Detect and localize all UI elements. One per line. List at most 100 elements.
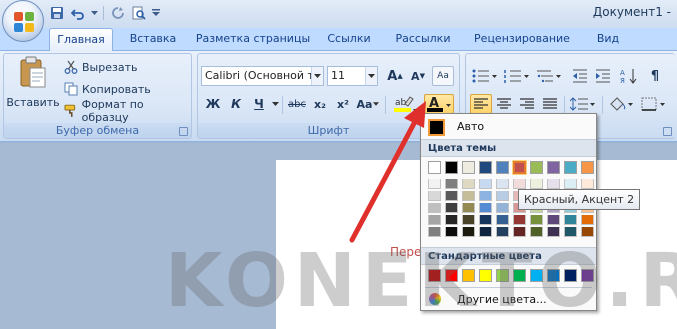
font-color-button[interactable]: A <box>424 94 454 114</box>
theme-shade-swatch[interactable] <box>462 215 475 225</box>
cut-button[interactable]: Вырезать <box>64 58 137 76</box>
theme-shade-swatch[interactable] <box>428 227 441 237</box>
theme-shade-swatch[interactable] <box>581 227 594 237</box>
grow-font-button[interactable]: A ▲ <box>384 66 406 86</box>
theme-shade-swatch[interactable] <box>581 179 594 189</box>
theme-shade-swatch[interactable] <box>496 203 509 213</box>
theme-shade-swatch[interactable] <box>445 179 458 189</box>
theme-color-swatch[interactable] <box>462 161 475 174</box>
tab-review[interactable]: Рецензирование <box>467 28 577 50</box>
theme-shade-swatch[interactable] <box>581 215 594 225</box>
auto-color-item[interactable]: Авто <box>423 116 594 138</box>
align-left-button[interactable] <box>470 94 492 114</box>
theme-shade-swatch[interactable] <box>445 215 458 225</box>
theme-shade-swatch[interactable] <box>428 191 441 201</box>
copy-button[interactable]: Копировать <box>64 80 151 98</box>
theme-color-swatch[interactable] <box>496 161 509 174</box>
format-painter-button[interactable]: Формат по образцу <box>64 98 191 124</box>
theme-color-swatch[interactable] <box>479 161 492 174</box>
clipboard-dialog-launcher[interactable] <box>179 127 188 136</box>
borders-button[interactable] <box>639 94 669 114</box>
undo-dropdown-icon[interactable] <box>90 4 98 22</box>
theme-shade-swatch[interactable] <box>496 227 509 237</box>
theme-color-swatch[interactable] <box>428 161 441 174</box>
shading-button[interactable] <box>606 94 636 114</box>
qat-customize-icon[interactable] <box>151 4 161 22</box>
tab-page-layout[interactable]: Разметка страницы <box>193 28 313 50</box>
change-case-button[interactable]: Aa <box>355 94 381 114</box>
theme-shade-swatch[interactable] <box>428 179 441 189</box>
theme-color-swatch[interactable] <box>445 161 458 174</box>
theme-shade-swatch[interactable] <box>496 215 509 225</box>
theme-shade-swatch[interactable] <box>462 179 475 189</box>
theme-shade-swatch[interactable] <box>530 179 543 189</box>
theme-shade-swatch[interactable] <box>479 179 492 189</box>
underline-dropdown-icon[interactable] <box>271 100 279 108</box>
theme-shade-swatch[interactable] <box>445 203 458 213</box>
tab-references[interactable]: Ссылки <box>321 28 377 50</box>
theme-shade-swatch[interactable] <box>513 179 526 189</box>
theme-shade-swatch[interactable] <box>479 227 492 237</box>
underline-button[interactable]: Ч <box>248 94 270 114</box>
theme-shade-swatch[interactable] <box>428 203 441 213</box>
theme-color-swatch[interactable] <box>512 160 527 175</box>
undo-icon[interactable] <box>69 4 87 22</box>
font-size-combo[interactable]: 11 <box>327 66 378 86</box>
align-center-button[interactable] <box>493 94 515 114</box>
theme-shade-swatch[interactable] <box>564 215 577 225</box>
theme-shade-swatch[interactable] <box>428 215 441 225</box>
paragraph-dialog-launcher[interactable] <box>663 127 672 136</box>
line-spacing-button[interactable] <box>568 94 598 114</box>
theme-shade-swatch[interactable] <box>513 227 526 237</box>
theme-shade-swatch[interactable] <box>547 179 560 189</box>
sort-button[interactable]: АЯ <box>618 66 640 86</box>
theme-shade-swatch[interactable] <box>564 227 577 237</box>
theme-shade-swatch[interactable] <box>479 191 492 201</box>
theme-shade-swatch[interactable] <box>496 179 509 189</box>
font-name-combo[interactable]: Calibri (Основной те <box>201 66 324 86</box>
theme-shade-swatch[interactable] <box>547 227 560 237</box>
tab-view[interactable]: Вид <box>590 28 626 50</box>
justify-button[interactable] <box>539 94 561 114</box>
multilevel-list-button[interactable] <box>534 66 564 86</box>
increase-indent-button[interactable] <box>592 66 614 86</box>
decrease-indent-button[interactable] <box>569 66 591 86</box>
subscript-button[interactable]: x₂ <box>309 94 331 114</box>
theme-shade-swatch[interactable] <box>547 215 560 225</box>
numbering-button[interactable] <box>502 66 532 86</box>
theme-shade-swatch[interactable] <box>445 227 458 237</box>
tab-insert[interactable]: Вставка <box>121 28 185 50</box>
theme-shade-swatch[interactable] <box>462 203 475 213</box>
highlight-button[interactable]: ab <box>389 94 421 114</box>
superscript-button[interactable]: x² <box>332 94 354 114</box>
theme-shade-swatch[interactable] <box>445 191 458 201</box>
theme-color-swatch[interactable] <box>547 161 560 174</box>
theme-shade-swatch[interactable] <box>462 227 475 237</box>
shrink-font-button[interactable]: A ▼ <box>407 66 429 86</box>
show-marks-button[interactable]: ¶ <box>644 66 666 86</box>
theme-color-swatch[interactable] <box>530 161 543 174</box>
theme-shade-swatch[interactable] <box>530 227 543 237</box>
theme-shade-swatch[interactable] <box>564 179 577 189</box>
theme-color-swatch[interactable] <box>564 161 577 174</box>
theme-shade-swatch[interactable] <box>479 203 492 213</box>
bold-button[interactable]: Ж <box>202 94 224 114</box>
theme-shade-swatch[interactable] <box>530 215 543 225</box>
theme-shade-swatch[interactable] <box>462 191 475 201</box>
bullets-button[interactable] <box>470 66 500 86</box>
tab-mailings[interactable]: Рассылки <box>389 28 457 50</box>
theme-shade-swatch[interactable] <box>479 215 492 225</box>
office-button[interactable] <box>2 0 44 42</box>
print-preview-icon[interactable] <box>130 4 148 22</box>
paste-button[interactable]: Вставить <box>6 56 60 122</box>
italic-button[interactable]: К <box>225 94 247 114</box>
align-right-button[interactable] <box>516 94 538 114</box>
redo-icon[interactable] <box>109 4 127 22</box>
tab-home[interactable]: Главная <box>49 28 113 51</box>
clear-formatting-button[interactable]: Aa <box>432 66 454 86</box>
save-icon[interactable] <box>48 4 66 22</box>
theme-shade-swatch[interactable] <box>496 191 509 201</box>
theme-shade-swatch[interactable] <box>513 215 526 225</box>
theme-color-swatch[interactable] <box>581 161 594 174</box>
strikethrough-button[interactable]: abc <box>286 94 308 114</box>
